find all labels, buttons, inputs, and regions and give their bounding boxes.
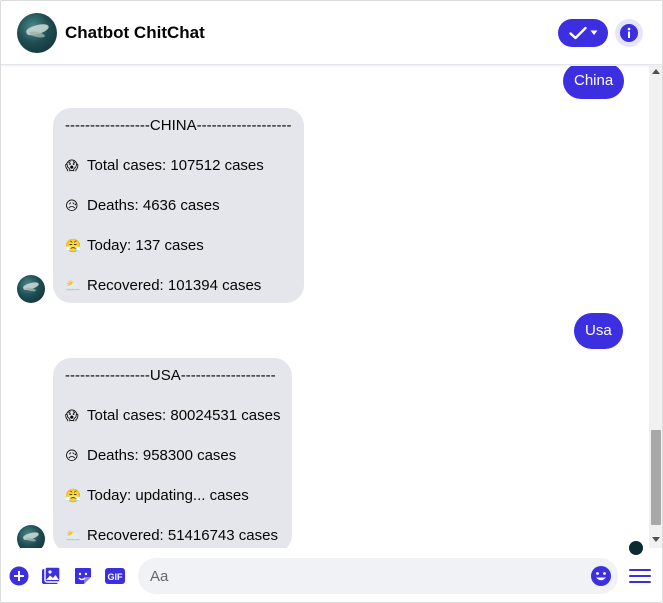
chat-window: Chatbot ChitChat China -----------------…: [0, 0, 663, 603]
message-text: Usa: [585, 322, 612, 339]
cloud-sun-emoji-icon: 🌥️: [65, 278, 82, 293]
bot-avatar: [17, 525, 45, 548]
add-button[interactable]: [8, 565, 30, 587]
svg-text:GIF: GIF: [108, 572, 124, 582]
message-line-text: Recovered: 51416743 cases: [87, 527, 278, 544]
incoming-message[interactable]: -----------------USA------------------- …: [53, 358, 293, 548]
read-receipt-avatar: [629, 541, 643, 555]
message-line: 😥 Deaths: 958300 cases: [65, 447, 280, 487]
message-line-text: Today: 137 cases: [87, 237, 204, 254]
message-line: -----------------USA-------------------: [65, 367, 280, 407]
info-icon: [620, 24, 638, 42]
plus-circle-icon: [9, 566, 29, 586]
message-line: 🌥️ Recovered: 51416743 cases: [65, 527, 280, 544]
message-line-text: Deaths: 958300 cases: [87, 447, 237, 464]
scrollbar-thumb[interactable]: [651, 430, 661, 525]
steam-emoji-icon: 😤: [65, 238, 82, 253]
hamburger-menu-icon: [629, 569, 651, 583]
incoming-message[interactable]: -----------------CHINA------------------…: [53, 108, 304, 303]
message-line-text: Total cases: 80024531 cases: [87, 407, 281, 424]
cloud-sun-emoji-icon: 🌥️: [65, 528, 82, 543]
bot-avatar[interactable]: [17, 13, 57, 53]
image-button[interactable]: [40, 565, 62, 587]
scream-emoji-icon: 😱: [65, 158, 79, 173]
sticker-button[interactable]: [72, 565, 94, 587]
sad-emoji-icon: 😥: [65, 198, 79, 213]
chevron-down-icon: [590, 30, 597, 35]
outgoing-message[interactable]: China: [563, 66, 625, 99]
message-line-text: Deaths: 4636 cases: [87, 197, 220, 214]
emoji-button[interactable]: [590, 565, 612, 587]
message-list[interactable]: China -----------------CHINA------------…: [1, 66, 649, 548]
info-button[interactable]: [615, 19, 643, 47]
message-line: 😱 Total cases: 107512 cases: [65, 157, 292, 197]
bot-avatar: [17, 275, 45, 303]
message-line: 🌥️ Recovered: 101394 cases: [65, 277, 292, 294]
message-line-text: Total cases: 107512 cases: [87, 157, 264, 174]
scroll-down-arrow-icon[interactable]: [652, 537, 660, 542]
chat-scrollbar[interactable]: [649, 66, 662, 548]
status-dropdown-button[interactable]: [558, 19, 608, 47]
menu-button[interactable]: [628, 566, 652, 586]
chat-title[interactable]: Chatbot ChitChat: [65, 23, 205, 43]
emoji-icon: [591, 566, 611, 586]
message-line: 😱 Total cases: 80024531 cases: [65, 407, 280, 447]
scream-emoji-icon: 😱: [65, 408, 79, 423]
sticker-icon: [75, 568, 91, 584]
gif-icon: GIF: [105, 568, 125, 584]
message-line: -----------------CHINA------------------…: [65, 117, 292, 157]
check-icon: [568, 26, 587, 40]
steam-emoji-icon: 😤: [65, 488, 82, 503]
message-text: China: [574, 72, 614, 89]
sad-emoji-icon: 😥: [65, 448, 79, 463]
image-icon: [42, 566, 61, 584]
message-line: 😥 Deaths: 4636 cases: [65, 197, 292, 237]
scroll-up-arrow-icon[interactable]: [652, 69, 660, 74]
message-line: 😤 Today: updating... cases: [65, 487, 280, 527]
chat-header: Chatbot ChitChat: [1, 1, 662, 65]
outgoing-message[interactable]: Usa: [574, 313, 623, 349]
gif-button[interactable]: GIF: [104, 565, 126, 587]
message-line-text: Recovered: 101394 cases: [87, 277, 262, 294]
message-line: 😤 Today: 137 cases: [65, 237, 292, 277]
message-line-text: -----------------USA-------------------: [65, 367, 276, 384]
message-composer: GIF: [1, 548, 662, 602]
message-line-text: -----------------CHINA------------------…: [65, 117, 292, 134]
message-line-text: Today: updating... cases: [87, 487, 249, 504]
message-input[interactable]: [138, 558, 618, 594]
